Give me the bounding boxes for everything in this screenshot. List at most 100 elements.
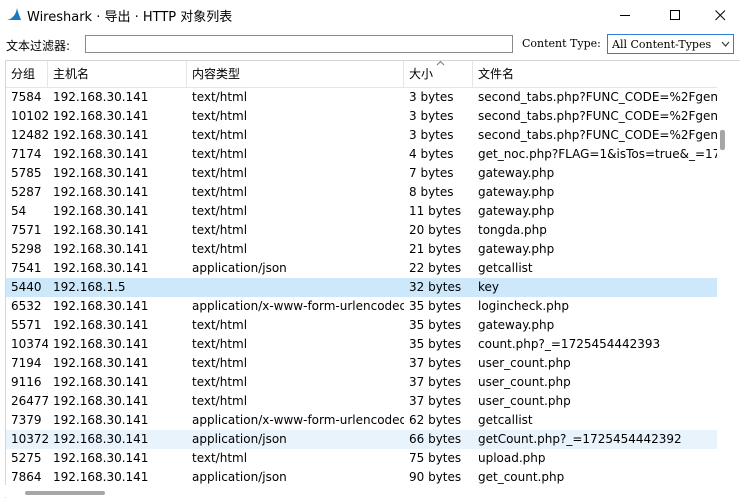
filename-cell: second_tabs.php?FUNC_CODE=%2Fgener — [478, 128, 718, 142]
wireshark-fin-icon — [7, 8, 21, 20]
table-row[interactable]: 9116 192.168.30.141 text/html 37 bytes user_… — [6, 373, 718, 392]
hostname-cell: 192.168.30.141 — [53, 147, 149, 161]
filename-cell: gateway.php — [478, 166, 555, 180]
vertical-scroll-thumb[interactable] — [720, 130, 725, 150]
filename-cell: user_count.php — [478, 394, 571, 408]
packet-cell: 10102 — [11, 109, 48, 123]
window-title: Wireshark · 导出 · HTTP 对象列表 — [27, 10, 233, 25]
hostname-cell: 192.168.30.141 — [53, 413, 149, 427]
content-type-select[interactable]: All Content-Types — [607, 34, 734, 54]
packet-cell: 7194 — [11, 356, 42, 370]
table-row[interactable]: 7194 192.168.30.141 text/html 37 bytes user_… — [6, 354, 718, 373]
size-cell: 4 bytes — [409, 147, 454, 161]
size-cell: 7 bytes — [409, 166, 454, 180]
sort-ascending-icon — [436, 61, 445, 66]
vertical-scrollbar[interactable] — [717, 62, 740, 485]
size-cell: 11 bytes — [409, 204, 462, 218]
table-row[interactable]: 5785 192.168.30.141 text/html 7 bytes gatewa… — [6, 164, 718, 183]
filename-cell: second_tabs.php?FUNC_CODE=%2Fgener — [478, 109, 718, 123]
column-header-filename[interactable]: 文件名 — [473, 61, 740, 87]
table-row[interactable]: 12482 192.168.30.141 text/html 3 bytes secon… — [6, 126, 718, 145]
content-type-cell: text/html — [192, 128, 248, 142]
size-cell: 37 bytes — [409, 394, 462, 408]
table-row[interactable]: 5287 192.168.30.141 text/html 8 bytes gatewa… — [6, 183, 718, 202]
hostname-cell: 192.168.30.141 — [53, 318, 149, 332]
content-type-cell: text/html — [192, 337, 248, 351]
minimize-button[interactable] — [602, 0, 648, 30]
filename-cell: gateway.php — [478, 318, 555, 332]
size-cell: 62 bytes — [409, 413, 462, 427]
filename-cell: key — [478, 280, 500, 294]
hostname-cell: 192.168.30.141 — [53, 109, 149, 123]
packet-cell: 7571 — [11, 223, 42, 237]
hostname-cell: 192.168.30.141 — [53, 242, 149, 256]
table-row[interactable]: 7174 192.168.30.141 text/html 4 bytes get_no… — [6, 145, 718, 164]
chevron-down-icon — [721, 41, 730, 47]
size-cell: 3 bytes — [409, 128, 454, 142]
table-row[interactable]: 7584 192.168.30.141 text/html 3 bytes second… — [6, 88, 718, 107]
table-row[interactable]: 10372 192.168.30.141 application/json 66 by… — [6, 430, 718, 449]
packet-cell: 5440 — [11, 280, 42, 294]
filename-cell: logincheck.php — [478, 299, 570, 313]
filename-cell: get_noc.php?FLAG=1&isTos=true&_=172 — [478, 147, 718, 161]
hostname-cell: 192.168.30.141 — [53, 166, 149, 180]
packet-cell: 6532 — [11, 299, 42, 313]
packet-cell: 7379 — [11, 413, 42, 427]
content-type-cell: text/html — [192, 185, 248, 199]
text-filter-label: 文本过滤器: — [6, 39, 71, 53]
content-type-cell: text/html — [192, 394, 248, 408]
hostname-cell: 192.168.30.141 — [53, 128, 149, 142]
size-cell: 3 bytes — [409, 109, 454, 123]
filename-cell: second_tabs.php?FUNC_CODE=%2Fgener — [478, 90, 718, 104]
packet-cell: 7584 — [11, 90, 42, 104]
hostname-cell: 192.168.1.5 — [53, 280, 126, 294]
maximize-button[interactable] — [652, 0, 698, 30]
packet-cell: 7174 — [11, 147, 42, 161]
text-filter-input[interactable] — [85, 35, 513, 53]
table-row[interactable]: 5298 192.168.30.141 text/html 21 bytes gatew… — [6, 240, 718, 259]
table-row[interactable]: 6532 192.168.30.141 application/x-www-form… — [6, 297, 718, 316]
packet-cell: 9116 — [11, 375, 42, 389]
table-row[interactable]: 7541 192.168.30.141 application/json 22 byt… — [6, 259, 718, 278]
http-object-table[interactable]: 分组 主机名 内容类型 大小 文件名 7584 192.168.30.141 tex… — [5, 60, 740, 498]
size-cell: 35 bytes — [409, 318, 462, 332]
table-row[interactable]: 10102 192.168.30.141 text/html 3 bytes secon… — [6, 107, 718, 126]
table-row[interactable]: 10374 192.168.30.141 text/html 35 bytes coun… — [6, 335, 718, 354]
content-type-cell: text/html — [192, 318, 248, 332]
content-type-cell: text/html — [192, 204, 248, 218]
filename-cell: gateway.php — [478, 185, 555, 199]
content-type-cell: text/html — [192, 356, 248, 370]
content-type-label: Content Type: — [522, 37, 601, 50]
filename-cell: gateway.php — [478, 204, 555, 218]
close-button[interactable] — [700, 0, 740, 30]
title-bar[interactable]: Wireshark · 导出 · HTTP 对象列表 — [0, 0, 740, 30]
table-row[interactable]: 26477 192.168.30.141 text/html 37 bytes user… — [6, 392, 718, 411]
content-type-cell: text/html — [192, 166, 248, 180]
content-type-cell: application/x-www-form-urlencoded — [192, 413, 404, 427]
size-cell: 8 bytes — [409, 185, 454, 199]
content-type-cell: text/html — [192, 223, 248, 237]
table-row[interactable]: 7571 192.168.30.141 text/html 20 bytes tongd… — [6, 221, 718, 240]
maximize-icon — [669, 9, 680, 20]
size-cell: 35 bytes — [409, 337, 462, 351]
horizontal-scrollbar[interactable] — [5, 485, 740, 497]
size-cell: 20 bytes — [409, 223, 462, 237]
content-type-cell — [187, 278, 404, 297]
column-header-hostname[interactable]: 主机名 — [48, 61, 187, 87]
filename-cell: user_count.php — [478, 375, 571, 389]
table-row[interactable]: 7379 192.168.30.141 application/x-www-form… — [6, 411, 718, 430]
packet-cell: 5571 — [11, 318, 42, 332]
filename-cell: getcallist — [478, 413, 533, 427]
table-row[interactable]: 5275 192.168.30.141 text/html 75 bytes uploa… — [6, 449, 718, 468]
column-header-content-type[interactable]: 内容类型 — [187, 61, 404, 87]
filter-row: 文本过滤器: Content Type: All Content-Types — [0, 31, 740, 57]
table-row[interactable]: 5440 192.168.1.5 32 bytes key — [6, 278, 718, 297]
table-row[interactable]: 5571 192.168.30.141 text/html 35 bytes gatew… — [6, 316, 718, 335]
column-header-packet[interactable]: 分组 — [6, 61, 48, 87]
size-cell: 32 bytes — [409, 280, 462, 294]
packet-cell: 5785 — [11, 166, 42, 180]
horizontal-scroll-thumb[interactable] — [25, 491, 105, 495]
hostname-cell: 192.168.30.141 — [53, 432, 149, 446]
hostname-cell: 192.168.30.141 — [53, 337, 149, 351]
table-row[interactable]: 54 192.168.30.141 text/html 11 bytes gateway… — [6, 202, 718, 221]
